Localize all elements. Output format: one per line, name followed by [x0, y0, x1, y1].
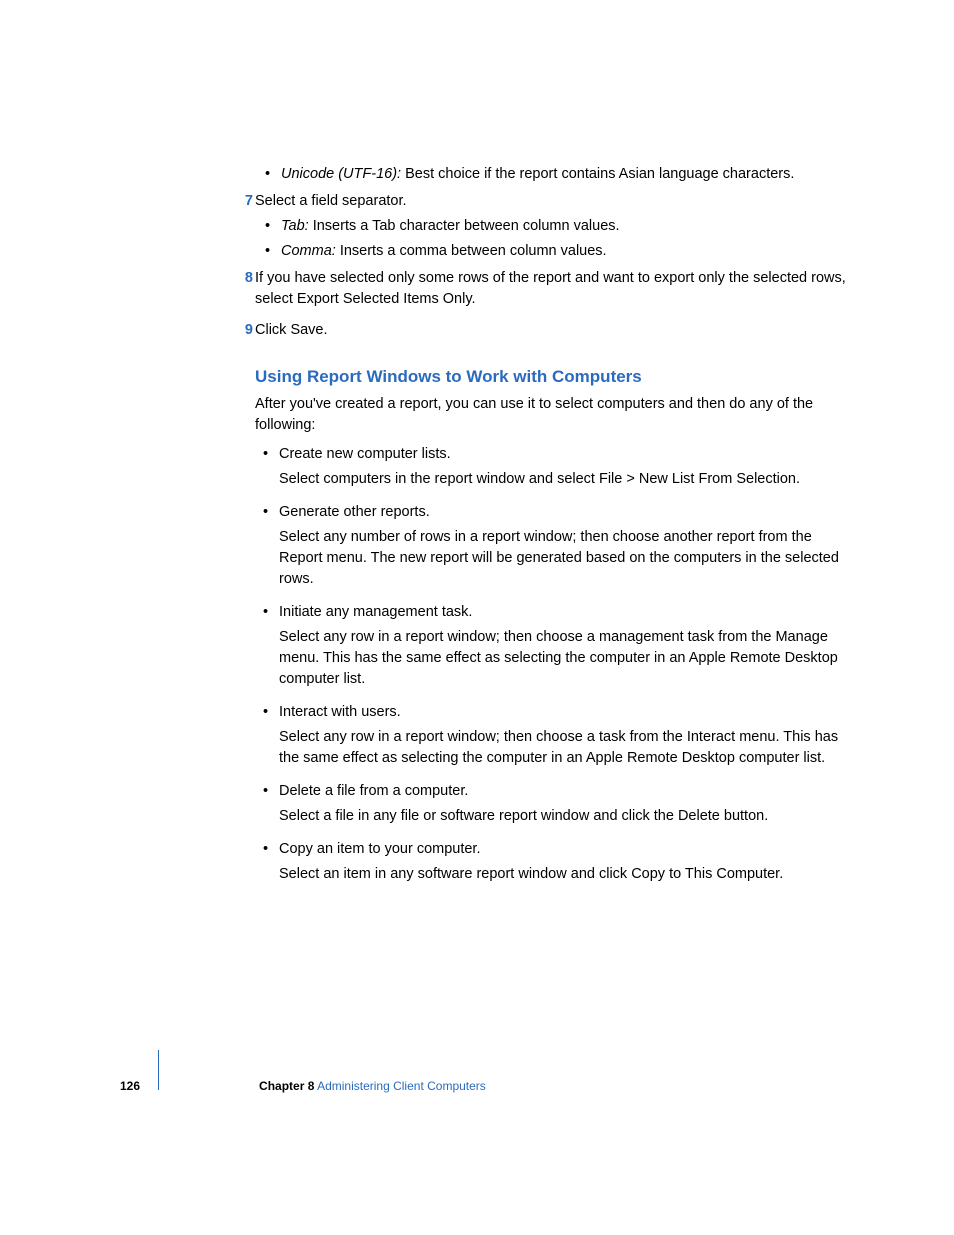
comma-desc: Inserts a comma between column values.: [336, 243, 607, 259]
list-item: Initiate any management task. Select any…: [255, 602, 854, 690]
list-item: Copy an item to your computer. Select an…: [255, 839, 854, 885]
tab-term: Tab:: [281, 218, 309, 234]
list-item-title: Interact with users.: [279, 702, 854, 723]
step-9: 9 Click Save.: [255, 320, 854, 341]
step-7-bullets: Tab: Inserts a Tab character between col…: [281, 216, 854, 262]
step-8-number: 8: [235, 268, 253, 289]
list-item-title: Generate other reports.: [279, 502, 854, 523]
list-item-title: Delete a file from a computer.: [279, 781, 854, 802]
list-item-desc: Select any number of rows in a report wi…: [279, 527, 854, 590]
chapter-title: Administering Client Computers: [314, 1079, 485, 1093]
step-9-number: 9: [235, 320, 253, 341]
step-7: 7 Select a field separator. Tab: Inserts…: [255, 191, 854, 262]
list-item: Generate other reports. Select any numbe…: [255, 502, 854, 590]
list-item: Interact with users. Select any row in a…: [255, 702, 854, 769]
tab-bullet: Tab: Inserts a Tab character between col…: [281, 216, 854, 237]
step-7-text: Select a field separator.: [255, 193, 407, 209]
list-item-desc: Select any row in a report window; then …: [279, 627, 854, 690]
list-item-desc: Select a file in any file or software re…: [279, 806, 854, 827]
feature-list: Create new computer lists. Select comput…: [255, 444, 854, 885]
step-7-number: 7: [235, 191, 253, 212]
tab-desc: Inserts a Tab character between column v…: [309, 218, 620, 234]
page-number: 126: [120, 1078, 158, 1095]
document-page: Unicode (UTF-16): Best choice if the rep…: [0, 0, 954, 1235]
list-item: Create new computer lists. Select comput…: [255, 444, 854, 490]
list-item: Delete a file from a computer. Select a …: [255, 781, 854, 827]
unicode-bullet-container: Unicode (UTF-16): Best choice if the rep…: [281, 164, 854, 185]
unicode-bullet: Unicode (UTF-16): Best choice if the rep…: [281, 164, 854, 185]
unicode-desc: Best choice if the report contains Asian…: [401, 166, 794, 182]
list-item-desc: Select an item in any software report wi…: [279, 864, 854, 885]
list-item-title: Initiate any management task.: [279, 602, 854, 623]
section-heading: Using Report Windows to Work with Comput…: [255, 365, 854, 390]
list-item-desc: Select computers in the report window an…: [279, 469, 854, 490]
list-item-title: Create new computer lists.: [279, 444, 854, 465]
chapter-label: Chapter 8: [259, 1079, 314, 1093]
list-item-title: Copy an item to your computer.: [279, 839, 854, 860]
footer-separator: [158, 1050, 259, 1090]
page-footer: 126 Chapter 8 Administering Client Compu…: [120, 1078, 854, 1095]
list-item-desc: Select any row in a report window; then …: [279, 727, 854, 769]
unicode-term: Unicode (UTF-16):: [281, 166, 401, 182]
comma-term: Comma:: [281, 243, 336, 259]
section-intro: After you've created a report, you can u…: [255, 394, 854, 436]
continued-step: Unicode (UTF-16): Best choice if the rep…: [255, 164, 854, 185]
comma-bullet: Comma: Inserts a comma between column va…: [281, 241, 854, 262]
step-8: 8 If you have selected only some rows of…: [255, 268, 854, 310]
step-8-text: If you have selected only some rows of t…: [255, 270, 846, 307]
step-9-text: Click Save.: [255, 322, 328, 338]
